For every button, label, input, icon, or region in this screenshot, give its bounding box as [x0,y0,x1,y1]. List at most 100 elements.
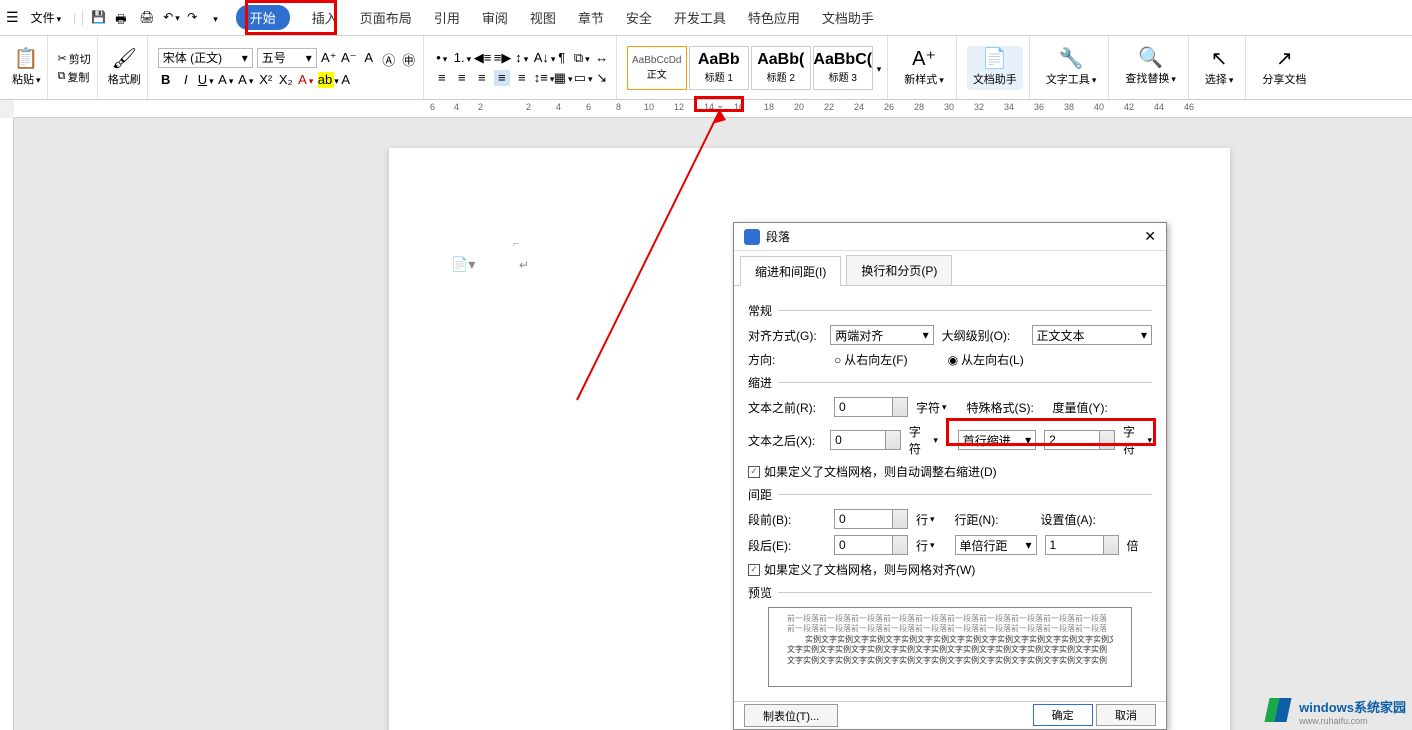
unit-line-1[interactable]: 行 [916,511,935,528]
hamburger-icon[interactable] [6,9,19,26]
tab-indent-spacing[interactable]: 缩进和间距(I) [740,256,841,286]
tab-page-layout[interactable]: 页面布局 [360,8,412,27]
style-heading2[interactable]: AaBb( 标题 2 [751,46,811,90]
after-para-spin[interactable]: 0▲▼ [834,535,908,555]
pinyin-icon[interactable]: ㊥ [401,50,417,66]
share-doc-button[interactable]: ↗ 分享文档 [1256,49,1312,87]
measure-spin[interactable]: 2▲▼ [1044,430,1115,450]
tab-start[interactable]: 开始 [236,5,290,30]
shading-icon[interactable]: ▦ [554,70,570,86]
bullets-icon[interactable]: • [434,50,450,66]
unit-char-1[interactable]: 字符 [916,399,947,416]
after-text-spin[interactable]: 0▲▼ [830,430,901,450]
select-button[interactable]: ↖ 选择 [1199,49,1240,87]
qat-customize-icon[interactable] [211,11,218,25]
paste-button[interactable]: 📋 粘贴 [12,49,41,87]
check-grid-align[interactable]: ✓如果定义了文档网格，则与网格对齐(W) [748,561,975,578]
copy-button[interactable]: ⧉复制 [58,69,91,85]
increase-indent-icon[interactable]: ≡▶ [494,50,510,66]
show-marks-icon[interactable]: ¶ [554,50,570,66]
decrease-indent-icon[interactable]: ◀≡ [474,50,490,66]
underline-icon[interactable]: U [198,72,214,88]
sort-icon[interactable]: A↓ [534,50,550,66]
style-heading1[interactable]: AaBb 标题 1 [689,46,749,90]
line-spacing-icon[interactable]: ↕ [514,50,530,66]
line-spacing-combo[interactable]: 单倍行距▾ [955,535,1037,555]
format-painter-button[interactable]: 🖌 格式刷 [108,49,141,87]
change-case-icon[interactable]: A [361,50,377,66]
clear-format-icon[interactable]: Ⓐ [381,50,397,66]
tab-insert[interactable]: 插入 [312,8,338,27]
check-grid-indent[interactable]: ✓如果定义了文档网格，则自动调整右缩进(D) [748,463,997,480]
style-normal[interactable]: AaBbCcDd 正文 [627,46,687,90]
align-distribute-icon[interactable]: ≡ [514,70,530,86]
tab-view[interactable]: 视图 [530,8,556,27]
font-color-icon[interactable]: A [298,72,314,88]
indent-marker[interactable]: ⌄ [716,100,724,111]
style-more-icon[interactable] [875,61,882,75]
emphasis-icon[interactable]: A [238,72,254,88]
print-preview-icon[interactable] [139,10,155,26]
align-left-icon[interactable]: ≡ [434,70,450,86]
radio-rtl[interactable]: 从右向左(F) [834,351,908,368]
unit-char-3[interactable]: 字符 [1123,423,1152,457]
doc-helper-button[interactable]: 📄 文档助手 [967,46,1023,90]
subscript-icon[interactable]: X₂ [278,72,294,88]
font-size-combo[interactable]: 五号▾ [257,48,317,68]
dialog-titlebar[interactable]: 段落 [734,223,1166,251]
redo-icon[interactable] [187,10,203,26]
tab-chapter[interactable]: 章节 [578,8,604,27]
before-text-spin[interactable]: 0▲▼ [834,397,908,417]
close-icon[interactable] [1144,228,1156,245]
numbering-icon[interactable]: 1. [454,50,470,66]
highlight-icon[interactable]: ab [318,72,334,88]
tab-review[interactable]: 审阅 [482,8,508,27]
horizontal-ruler[interactable]: 6 4 2 2 4 6 8 10 12 14 16 18 20 22 24 26… [14,100,1412,118]
align-center-icon[interactable]: ≡ [454,70,470,86]
outline-combo[interactable]: 正文文本▾ [1032,325,1152,345]
paragraph-spacing-icon[interactable]: ↕≡ [534,70,550,86]
tab-doc-helper[interactable]: 文档助手 [822,8,874,27]
increase-font-icon[interactable]: A⁺ [321,50,337,66]
ok-button[interactable]: 确定 [1033,704,1093,726]
find-replace-button[interactable]: 🔍 查找替换 [1119,48,1182,86]
italic-icon[interactable]: I [178,72,194,88]
strikethrough-icon[interactable]: A [218,72,234,88]
undo-icon[interactable] [163,10,179,26]
cancel-button[interactable]: 取消 [1096,704,1156,726]
superscript-icon[interactable]: X² [258,72,274,88]
align-right-icon[interactable]: ≡ [474,70,490,86]
style-heading3[interactable]: AaBbC( 标题 3 [813,46,873,90]
tab-special-apps[interactable]: 特色应用 [748,8,800,27]
new-style-button[interactable]: A⁺ 新样式 [898,49,950,87]
decrease-font-icon[interactable]: A⁻ [341,50,357,66]
print-icon[interactable] [115,10,131,26]
align-combo[interactable]: 两端对齐▾ [830,325,933,345]
nav-pane-icon[interactable]: 📄▾ [451,256,475,273]
before-para-spin[interactable]: 0▲▼ [834,509,908,529]
vertical-ruler[interactable] [0,118,14,730]
paragraph-settings-icon[interactable]: ⧉ [574,50,590,66]
file-menu[interactable]: 文件 [25,7,68,28]
bold-icon[interactable]: B [158,72,174,88]
paragraph-launcher-icon[interactable]: ↘ [594,70,610,86]
save-icon[interactable] [91,10,107,26]
cut-button[interactable]: ✂剪切 [58,51,91,67]
align-justify-icon[interactable]: ≡ [494,70,510,86]
borders-icon[interactable]: ▭ [574,70,590,86]
tab-line-page-break[interactable]: 换行和分页(P) [846,255,952,285]
unit-line-2[interactable]: 行 [916,537,935,554]
text-tools-button[interactable]: 🔧 文字工具 [1040,49,1103,87]
directional-icon[interactable]: ↔ [594,50,610,66]
font-name-combo[interactable]: 宋体 (正文)▾ [158,48,253,68]
app-logo-icon [744,229,760,245]
special-combo[interactable]: 首行缩进▾ [958,430,1036,450]
tab-reference[interactable]: 引用 [434,8,460,27]
tab-dev-tools[interactable]: 开发工具 [674,8,726,27]
radio-ltr[interactable]: 从左向右(L) [948,351,1024,368]
char-border-icon[interactable]: A [338,72,354,88]
unit-char-2[interactable]: 字符 [909,423,938,457]
set-value-spin[interactable]: 1▲▼ [1045,535,1119,555]
tab-security[interactable]: 安全 [626,8,652,27]
tabstops-button[interactable]: 制表位(T)... [744,704,838,727]
